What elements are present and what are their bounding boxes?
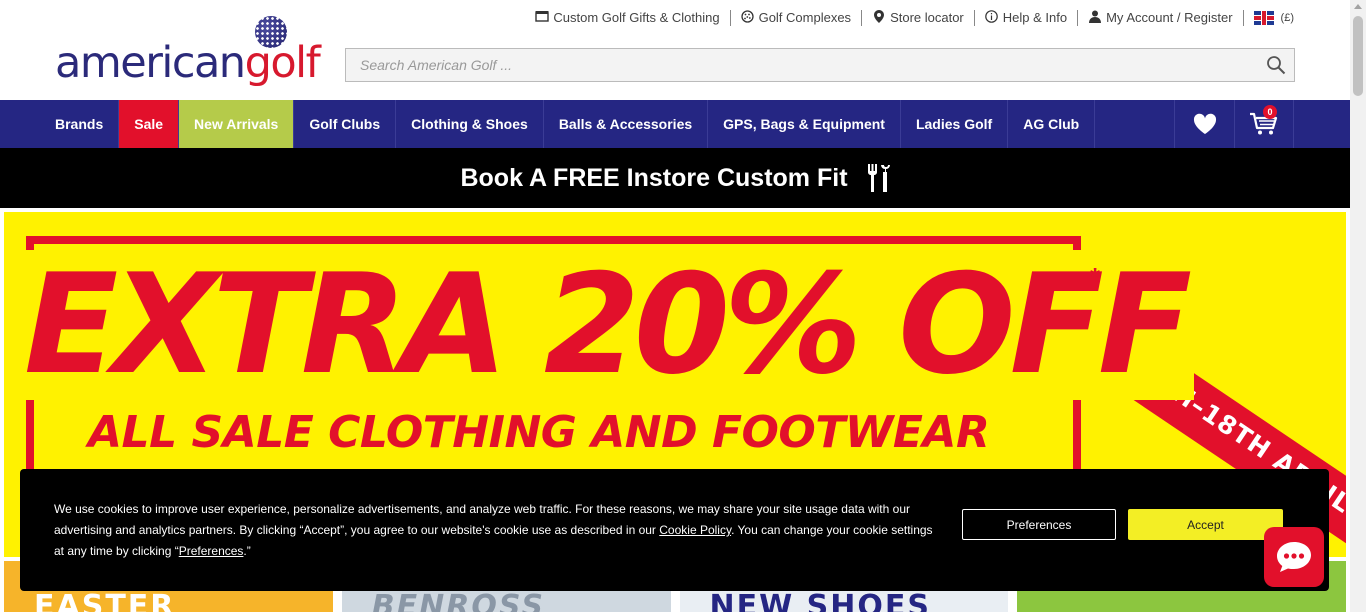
logo-text-golf: golf [244,38,321,88]
toplink-golf-complexes[interactable]: Golf Complexes [731,9,863,27]
tools-icon [867,164,890,192]
main-nav: Brands Sale New Arrivals Golf Clubs Clot… [0,100,1350,148]
nav-menu: Brands Sale New Arrivals Golf Clubs Clot… [40,100,1096,148]
heart-icon [1193,113,1216,134]
tile-text: EASTER [34,589,176,612]
cookie-message: We use cookies to improve user experienc… [54,499,944,562]
search-bar [345,48,1295,82]
hero-asterisk: * [1090,262,1101,292]
hero-subtitle: ALL SALE CLOTHING AND FOOTWEAR [78,407,1000,458]
cookie-policy-link[interactable]: Cookie Policy [659,523,731,537]
logo-text-american: american [55,38,246,88]
nav-item-new-arrivals[interactable]: New Arrivals [179,100,295,148]
cookie-preferences-button[interactable]: Preferences [962,509,1116,540]
promo-text: Book A FREE Instore Custom Fit [460,163,848,192]
toplink-help-info[interactable]: Help & Info [975,9,1079,27]
search-button[interactable] [1266,55,1288,77]
chat-bubble-icon [1277,542,1311,572]
cart-count-badge: 0 [1263,105,1277,119]
toplink-label: Custom Golf Gifts & Clothing [553,10,720,25]
currency-label: (£) [1280,12,1294,24]
toplink-label: Golf Complexes [758,10,852,25]
toplink-label: Store locator [890,10,964,25]
gift-box-icon [535,10,550,26]
toplink-custom-gifts[interactable]: Custom Golf Gifts & Clothing [525,10,731,26]
nav-item-ladies-golf[interactable]: Ladies Golf [901,100,1009,148]
nav-item-brands[interactable]: Brands [40,100,120,148]
user-icon [1088,10,1102,27]
live-chat-button[interactable] [1264,527,1324,587]
cookie-consent-banner: We use cookies to improve user experienc… [20,469,1329,591]
custom-fit-promo-bar[interactable]: Book A FREE Instore Custom Fit [0,148,1350,208]
tile-text: NEW SHOES [709,589,931,612]
nav-item-golf-clubs[interactable]: Golf Clubs [294,100,397,148]
nav-item-clothing-shoes[interactable]: Clothing & Shoes [396,100,544,148]
site-header: americangolf Custom Golf Gifts & Clothin… [0,0,1350,100]
toplink-store-locator[interactable]: Store locator [862,9,975,27]
american-golf-logo[interactable]: americangolf [55,16,335,88]
search-input[interactable] [346,49,1246,81]
tile-text: BENROSS [371,589,545,612]
page-scrollbar[interactable] [1350,0,1366,612]
nav-item-sale[interactable]: Sale [119,100,180,148]
map-pin-icon [872,9,886,27]
info-icon [985,9,999,27]
uk-flag-icon [1253,11,1274,25]
nav-item-ag-club[interactable]: AG Club [1008,100,1096,148]
scroll-up-arrow-icon[interactable] [1354,4,1362,9]
logo-wordmark: americangolf [55,38,321,88]
scroll-thumb[interactable] [1353,16,1363,96]
toplink-label: Help & Info [1002,10,1068,25]
wishlist-button[interactable] [1174,100,1234,148]
cart-button[interactable]: 0 [1234,100,1294,148]
cookie-text-part: .” [243,544,251,558]
nav-icons: 0 [1174,100,1294,148]
toplink-currency[interactable]: (£) [1244,10,1294,26]
top-links: Custom Golf Gifts & Clothing Golf Comple… [525,9,1294,27]
toplink-label: My Account / Register [1106,10,1233,25]
toplink-my-account[interactable]: My Account / Register [1078,10,1244,27]
cookie-accept-button[interactable]: Accept [1128,509,1283,540]
search-icon [1267,56,1286,75]
cookie-preferences-link[interactable]: Preferences [179,544,244,558]
hero-title: EXTRA 20% OFF [16,250,1195,400]
golf-ball-icon [741,9,755,27]
nav-item-gps-bags-equipment[interactable]: GPS, Bags & Equipment [708,100,901,148]
nav-item-balls-accessories[interactable]: Balls & Accessories [544,100,709,148]
